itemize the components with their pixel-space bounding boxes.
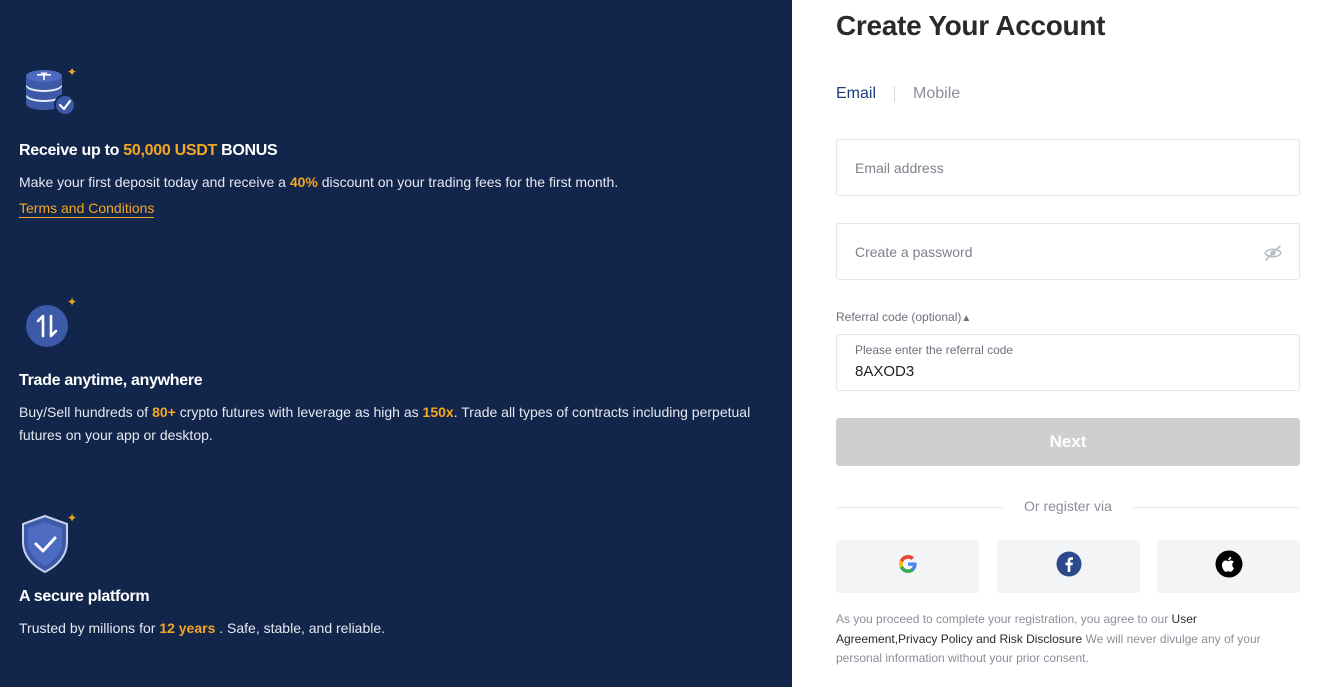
apple-icon (1215, 550, 1243, 583)
tab-email[interactable]: Email (836, 85, 876, 103)
email-field-container (836, 139, 1300, 196)
shield-check-icon: ✦ (19, 512, 83, 574)
sparkle-icon: ✦ (66, 511, 77, 525)
google-icon (897, 553, 919, 580)
google-signup-button[interactable] (836, 540, 979, 593)
referral-label: Referral code (optional) (836, 310, 962, 324)
facebook-icon (1056, 551, 1082, 582)
promo-secure: ✦ A secure platform Trusted by millions … (19, 512, 759, 640)
tab-mobile[interactable]: Mobile (913, 85, 960, 103)
years-value: 12 years (159, 620, 216, 636)
discount-value: 40% (289, 174, 318, 190)
tab-divider (894, 86, 896, 102)
bonus-amount: 50,000 USDT (123, 142, 217, 159)
apple-signup-button[interactable] (1157, 540, 1300, 593)
futures-count: 80+ (152, 404, 176, 420)
divider-text: Or register via (1024, 498, 1112, 514)
referral-field-label: Please enter the referral code (855, 343, 1014, 357)
referral-code-toggle[interactable]: Referral code (optional)▲ (836, 310, 971, 324)
triangle-up-icon: ▲ (961, 313, 972, 324)
legal-notice: As you proceed to complete your registra… (836, 612, 1261, 665)
next-button[interactable]: Next (836, 418, 1300, 466)
facebook-signup-button[interactable] (997, 540, 1140, 593)
bonus-title: Receive up to 50,000 USDT BONUS (19, 142, 278, 159)
promo-bonus: T ✦ Receive up to 50,000 USDT BONUS Make… (19, 66, 759, 218)
promo-panel: T ✦ Receive up to 50,000 USDT BONUS Make… (0, 0, 792, 687)
trade-title: Trade anytime, anywhere (19, 372, 203, 389)
signup-method-tabs: Email Mobile (836, 85, 960, 103)
sparkle-icon: ✦ (66, 65, 77, 79)
sparkle-icon: ✦ (66, 295, 77, 309)
bonus-description: Make your first deposit today and receiv… (19, 174, 619, 190)
email-field[interactable] (837, 140, 1299, 195)
divider-line (1132, 507, 1300, 508)
eye-slash-icon[interactable] (1263, 243, 1283, 263)
password-field[interactable] (837, 224, 1299, 279)
privacy-policy-link[interactable]: Privacy Policy (898, 632, 973, 646)
secure-title: A secure platform (19, 588, 150, 605)
terms-and-conditions-link[interactable]: Terms and Conditions (19, 200, 155, 218)
leverage-value: 150x (422, 404, 454, 420)
risk-disclosure-link[interactable]: Risk Disclosure (999, 632, 1082, 646)
arrows-up-down-icon: ✦ (19, 296, 83, 358)
password-field-container (836, 223, 1300, 280)
page-title: Create Your Account (836, 10, 1106, 41)
promo-trade: ✦ Trade anytime, anywhere Buy/Sell hundr… (19, 296, 759, 447)
trade-description: Buy/Sell hundreds of 80+ crypto futures … (19, 404, 751, 443)
svg-text:T: T (41, 71, 48, 83)
secure-description: Trusted by millions for 12 years . Safe,… (19, 620, 386, 636)
register-via-divider: Or register via (836, 497, 1300, 517)
referral-field-container: Please enter the referral code (836, 334, 1300, 391)
usdt-coins-check-icon: T ✦ (19, 66, 83, 128)
signup-panel: Create Your Account Email Mobile Referra… (792, 0, 1327, 687)
